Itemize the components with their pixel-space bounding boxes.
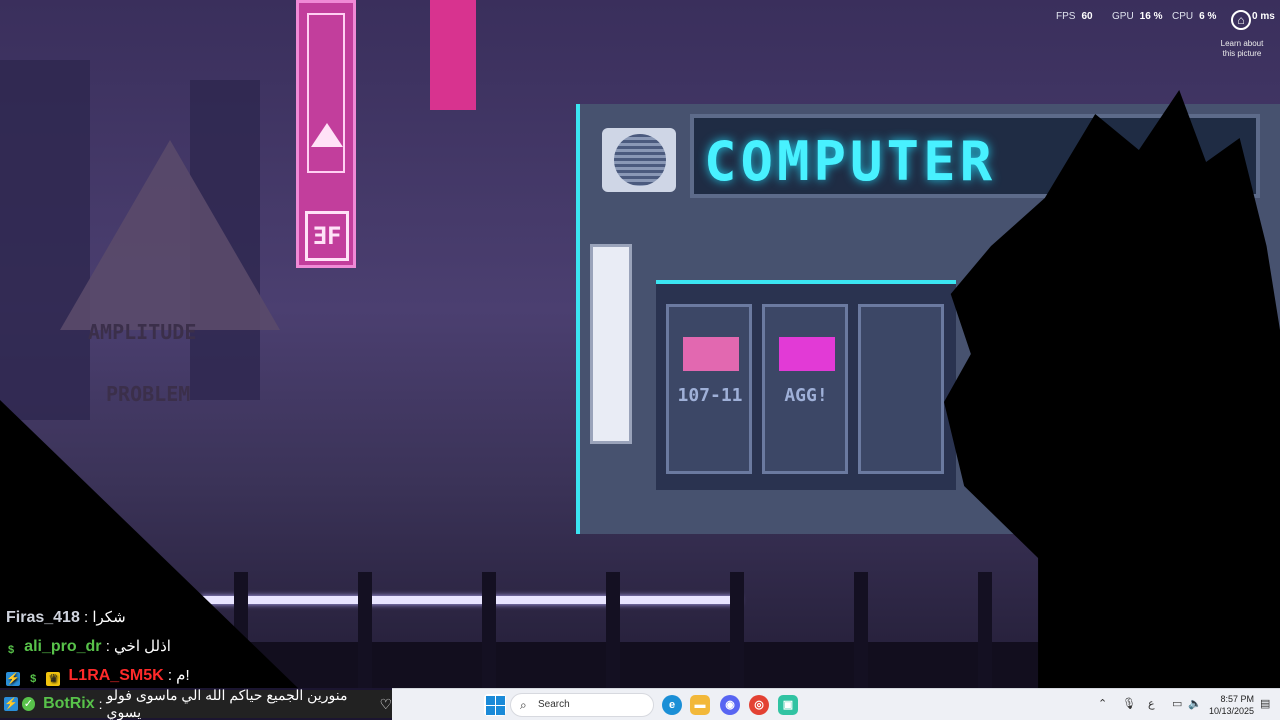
latency-readout: 0 ms: [1252, 11, 1275, 27]
fps-label: FPS: [1056, 11, 1076, 22]
chat-text: شكرا: [92, 609, 126, 626]
file-explorer-icon[interactable]: ▬: [690, 695, 710, 715]
slot-label: AGG!: [784, 385, 828, 406]
clock-time: 8:57 PM: [1220, 694, 1254, 704]
taskbar-search-box[interactable]: ⌕ Search: [510, 693, 654, 717]
chat-text: منورين الجميع حياكم الله الي ماسوى فولو …: [106, 687, 348, 720]
windows-logo-tile: [486, 696, 495, 705]
taskbar: ⌕ Search e ▬ ◉ ◎ ▣ ⌃ 🎙 ع ▭ 🔈 8:57 PM 10/…: [392, 688, 1280, 720]
clock-date: 10/13/2025: [1208, 706, 1254, 716]
fps-value: 60: [1081, 11, 1093, 22]
warning-sign: [60, 140, 280, 330]
gpu-label: GPU: [1112, 11, 1134, 22]
discord-icon[interactable]: ◉: [720, 695, 740, 715]
vent-icon: [602, 128, 676, 192]
network-icon[interactable]: ▭: [1172, 697, 1182, 710]
blue-badge-icon: ⚡: [6, 672, 20, 686]
up-arrow-icon: [311, 123, 343, 147]
dollar-badge-icon: $: [30, 673, 37, 685]
chat-username: ali_pro_dr: [24, 638, 102, 655]
warning-sign-text: PROBLEM: [106, 382, 191, 406]
learn-about-picture-link[interactable]: Learn about this picture: [1214, 39, 1270, 59]
dollar-badge-icon: $: [7, 644, 15, 656]
chat-message: $ ali_pro_dr : اذلل اخي: [7, 638, 171, 656]
chevron-up-icon[interactable]: ⌃: [1098, 697, 1107, 710]
chat-text: م!: [176, 667, 190, 684]
chrome-icon[interactable]: ◎: [749, 695, 769, 715]
windows-logo-tile: [486, 706, 495, 715]
search-icon: ⌕: [520, 698, 527, 712]
desktop-wallpaper: AMPLITUDE PROBLEM ƎF COMPUTER 107-11 AGG…: [0, 0, 1280, 688]
shop-window: 107-11 AGG!: [656, 280, 956, 490]
chat-username: L1RA_SM5K: [68, 667, 164, 684]
shop-slot: [858, 304, 944, 474]
cpu-label: CPU: [1172, 11, 1194, 22]
windows-logo-tile: [496, 706, 505, 715]
slot-label: 107-11: [677, 385, 743, 406]
gpu-value: 16 %: [1139, 11, 1163, 22]
shop-slot: 107-11: [666, 304, 752, 474]
windows-start-button[interactable]: [484, 694, 506, 716]
microphone-icon[interactable]: 🎙: [1122, 697, 1136, 710]
heart-icon: ♡: [379, 695, 392, 712]
fps-counter: FPS 60: [1056, 11, 1093, 27]
shop-sign-text: COMPUTER: [704, 130, 997, 193]
edge-icon[interactable]: e: [662, 695, 682, 715]
cpu-usage: CPU 6 %: [1172, 11, 1216, 27]
chat-message: ⚡ $ ♛ L1RA_SM5K : م!: [6, 667, 190, 686]
chat-text: اذلل اخي: [114, 638, 171, 655]
chat-message: Firas_418 : شكرا: [6, 609, 126, 626]
vertical-sign: [590, 244, 632, 444]
verified-badge-icon: ✓: [21, 697, 36, 711]
chat-username: BotRix: [43, 695, 95, 712]
latency-value: 0 ms: [1252, 11, 1275, 22]
taskbar-clock[interactable]: 8:57 PM 10/13/2025: [1200, 693, 1254, 717]
bot-message: ⚡ ✓ BotRix : منورين الجميع حياكم الله ال…: [0, 687, 392, 720]
language-indicator[interactable]: ع: [1148, 697, 1155, 710]
learn-about-picture-icon[interactable]: ⌂: [1231, 10, 1251, 30]
crown-badge-icon: ♛: [46, 672, 61, 686]
slot-screen: [683, 337, 739, 371]
sign-code: ƎF: [305, 211, 349, 261]
chat-username: Firas_418: [6, 609, 80, 626]
notification-icon[interactable]: ▤: [1260, 697, 1270, 710]
gpu-usage: GPU 16 %: [1112, 11, 1162, 27]
neon-pink-sign: ƎF: [296, 0, 356, 268]
shop-slot: AGG!: [762, 304, 848, 474]
warning-sign-text: AMPLITUDE: [88, 320, 197, 344]
streamlabs-icon[interactable]: ▣: [778, 695, 798, 715]
slot-screen: [779, 337, 835, 371]
search-placeholder: Search: [538, 699, 570, 710]
blue-badge-icon: ⚡: [4, 697, 18, 711]
sign-frame: [307, 13, 345, 173]
neon-strip: [430, 0, 476, 110]
windows-logo-tile: [496, 696, 505, 705]
cpu-value: 6 %: [1199, 11, 1217, 22]
